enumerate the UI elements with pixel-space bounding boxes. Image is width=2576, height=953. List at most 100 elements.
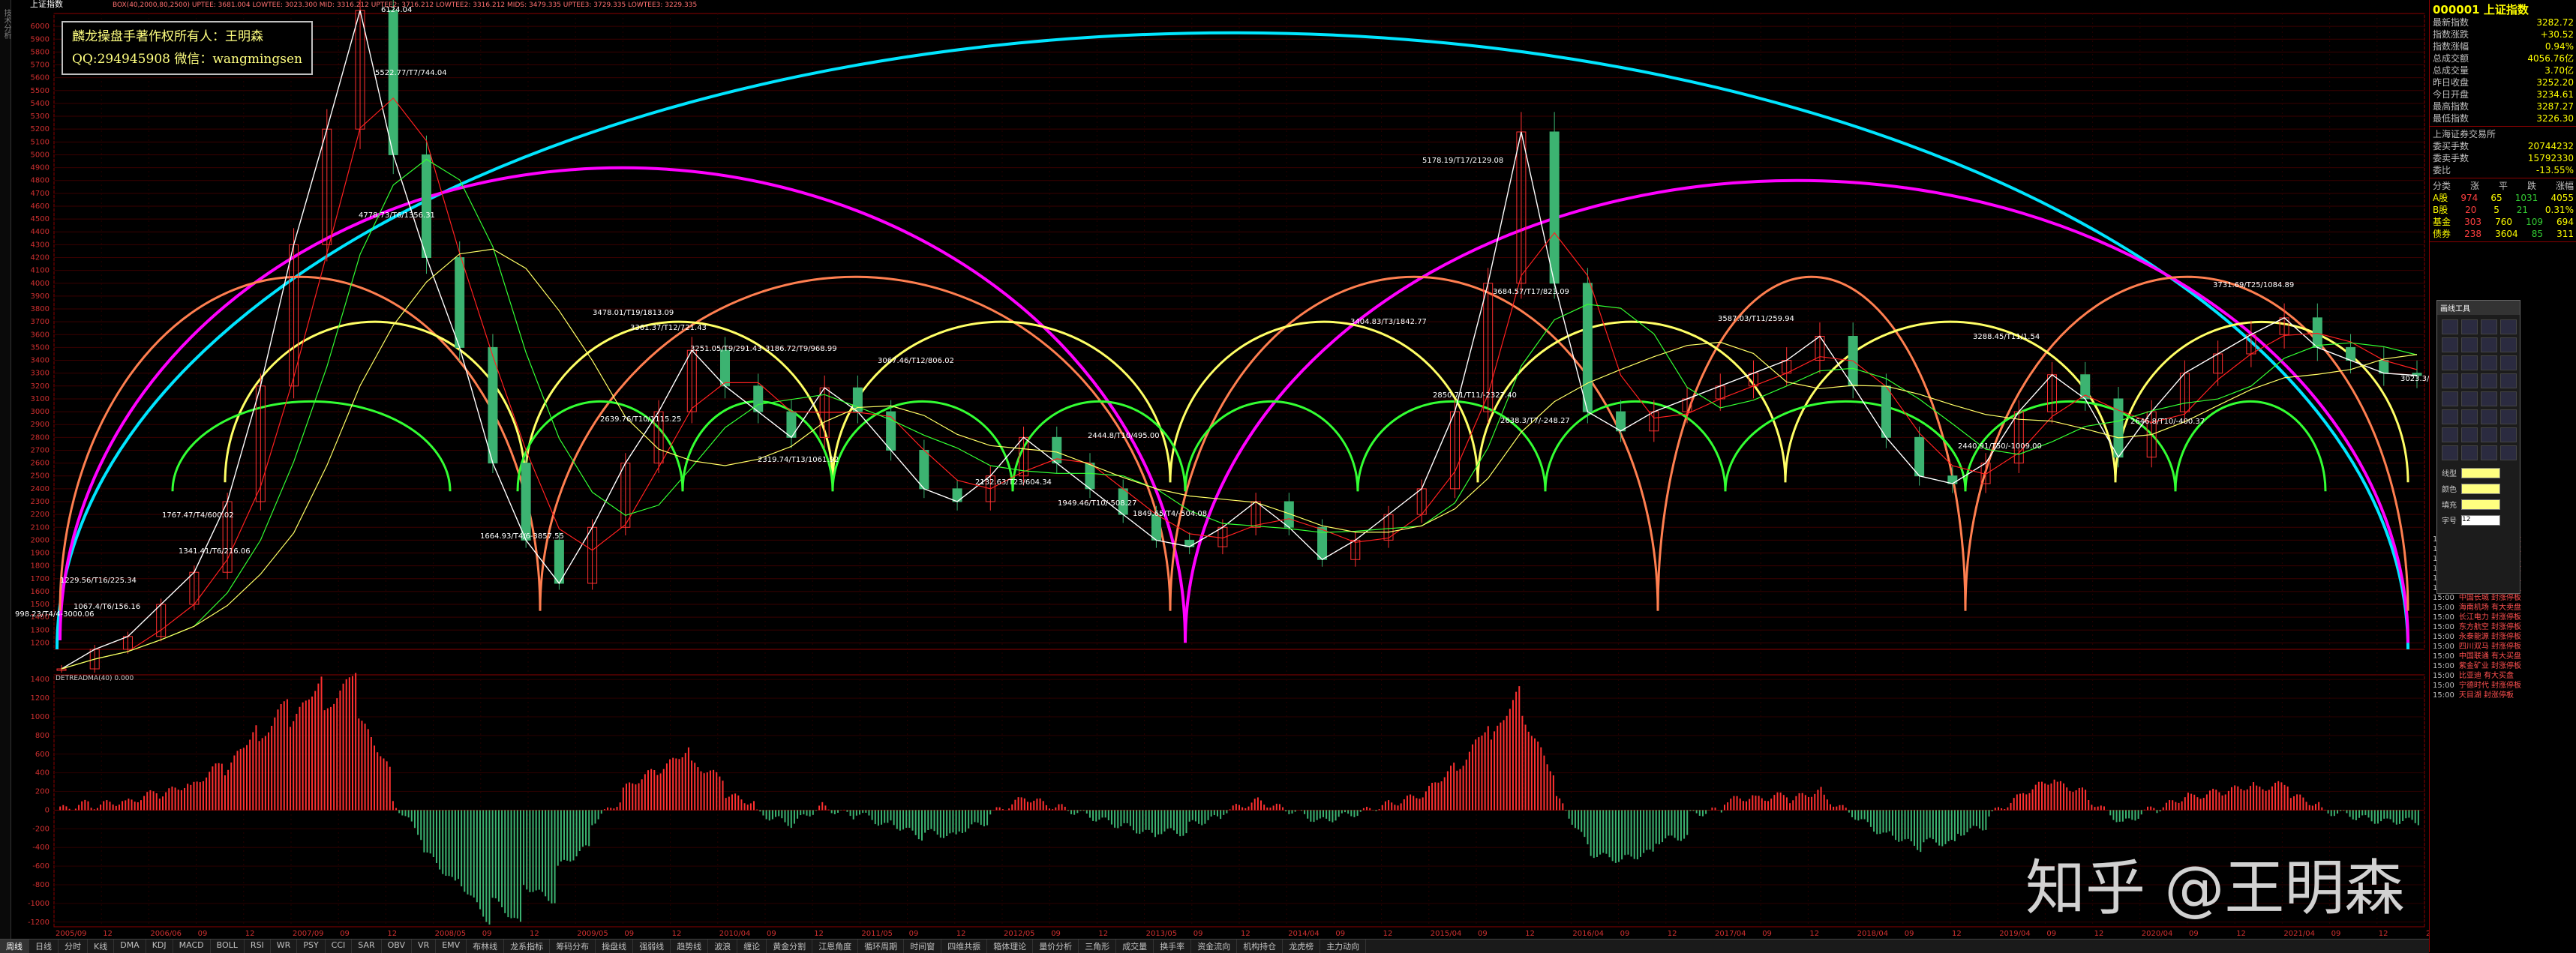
drawing-tool-button[interactable]	[2442, 445, 2458, 460]
left-vertical-toolbar[interactable]: 技术分析	[0, 0, 11, 939]
drawing-tool-button[interactable]	[2461, 337, 2478, 352]
drawing-tool-button[interactable]	[2442, 391, 2458, 406]
indicator-tab[interactable]: 机构持仓	[1237, 940, 1283, 953]
indicator-tab[interactable]: 四维共振	[941, 940, 988, 953]
drawing-tool-button[interactable]	[2481, 355, 2497, 370]
drawing-tool-button[interactable]	[2500, 445, 2517, 460]
price-tick-label: 3000	[31, 408, 50, 416]
trade-alert-item[interactable]: 15:00 长江电力 封涨停板	[2433, 613, 2574, 622]
quote-code-name[interactable]: 000001 上证指数	[2430, 0, 2576, 16]
indicator-tab[interactable]: 波浪	[708, 940, 738, 953]
indicator-tab[interactable]: WR	[271, 940, 298, 953]
indicator-tab[interactable]: DMA	[114, 940, 146, 953]
indicator-tab[interactable]: 布林线	[467, 940, 505, 953]
drawing-tool-button[interactable]	[2500, 337, 2517, 352]
indicator-tab[interactable]: 循环周期	[858, 940, 905, 953]
drawing-tool-button[interactable]	[2481, 427, 2497, 442]
drawing-tool-button[interactable]	[2442, 319, 2458, 334]
indicator-tab[interactable]: 趋势线	[671, 940, 709, 953]
price-annotation: 1341.41/T6/216.06	[179, 547, 251, 556]
tool-style-row[interactable]: 线型	[2437, 465, 2520, 481]
breadth-cell: 109	[2526, 217, 2543, 227]
drawing-tool-button[interactable]	[2461, 427, 2478, 442]
drawing-tool-button[interactable]	[2461, 391, 2478, 406]
indicator-tab[interactable]: 强弱线	[633, 940, 671, 953]
indicator-tab[interactable]: 三角形	[1079, 940, 1117, 953]
drawing-tool-button[interactable]	[2442, 409, 2458, 424]
drawing-tool-button[interactable]	[2500, 373, 2517, 388]
trade-alert-item[interactable]: 15:00 紫金矿业 封涨停板	[2433, 661, 2574, 671]
tool-style-row[interactable]: 颜色	[2437, 481, 2520, 496]
indicator-tab[interactable]: 时间窗	[904, 940, 942, 953]
indicator-tab[interactable]: 分时	[59, 940, 88, 953]
indicator-tab[interactable]: KDJ	[146, 940, 173, 953]
indicator-tab[interactable]: 换手率	[1154, 940, 1192, 953]
indicator-tab[interactable]: 资金流向	[1191, 940, 1238, 953]
indicator-tab[interactable]: RSI	[245, 940, 271, 953]
oscillator-title: DETREADMA(40) 0.000	[56, 675, 134, 682]
drawing-tool-button[interactable]	[2481, 373, 2497, 388]
time-tick-label: 2009/05	[577, 930, 608, 938]
trade-alert-item[interactable]: 15:00 中国联通 有大买盘	[2433, 652, 2574, 661]
trade-alert-item[interactable]: 15:00 天目湖 封涨停板	[2433, 691, 2574, 700]
trade-alert-item[interactable]: 15:00 海南机场 有大卖盘	[2433, 603, 2574, 613]
indicator-tab[interactable]: 缠论	[737, 940, 767, 953]
drawing-tool-button[interactable]	[2442, 337, 2458, 352]
drawing-tool-button[interactable]	[2500, 355, 2517, 370]
breadth-cell: 974	[2460, 193, 2478, 203]
indicator-tab[interactable]: 周线	[0, 940, 29, 953]
drawing-tool-button[interactable]	[2481, 319, 2497, 334]
indicator-tab[interactable]: 筹码分布	[550, 940, 596, 953]
indicator-tab[interactable]: EMV	[436, 940, 467, 953]
drawing-tool-panel[interactable]: 画线工具 线型 颜色 填充 字号 12	[2436, 300, 2520, 594]
tool-style-swatch[interactable]: 12	[2461, 514, 2500, 526]
drawing-tool-button[interactable]	[2500, 319, 2517, 334]
drawing-tool-button[interactable]	[2442, 373, 2458, 388]
indicator-tab[interactable]: PSY	[297, 940, 326, 953]
indicator-tab[interactable]: 成交量	[1116, 940, 1154, 953]
indicator-tab[interactable]: CCI	[326, 940, 353, 953]
trade-alert-item[interactable]: 15:00 东方航空 封涨停板	[2433, 622, 2574, 632]
indicator-tab[interactable]: 日线	[29, 940, 59, 953]
trade-alert-item[interactable]: 15:00 宁德时代 封涨停板	[2433, 681, 2574, 691]
indicator-tab[interactable]: BOLL	[211, 940, 245, 953]
tool-style-swatch[interactable]	[2461, 499, 2500, 510]
indicator-tab[interactable]: 龙虎榜	[1283, 940, 1321, 953]
indicator-tab[interactable]: K线	[88, 940, 115, 953]
drawing-tool-button[interactable]	[2481, 337, 2497, 352]
trade-alert-item[interactable]: 15:00 中国长城 封涨停板	[2433, 593, 2574, 603]
tool-style-row[interactable]: 字号 12	[2437, 512, 2520, 528]
indicator-tab[interactable]: VR	[412, 940, 437, 953]
indicator-tab[interactable]: 量价分析	[1033, 940, 1079, 953]
tool-style-swatch[interactable]	[2461, 467, 2500, 478]
drawing-tool-button[interactable]	[2500, 391, 2517, 406]
drawing-tool-button[interactable]	[2461, 445, 2478, 460]
tool-style-row[interactable]: 填充	[2437, 496, 2520, 512]
indicator-tab[interactable]: MACD	[173, 940, 211, 953]
drawing-tool-button[interactable]	[2442, 427, 2458, 442]
drawing-tool-button[interactable]	[2461, 409, 2478, 424]
drawing-tool-button[interactable]	[2481, 391, 2497, 406]
indicator-tab[interactable]: 箱体理论	[987, 940, 1034, 953]
time-tick-label: 2019/04	[1999, 930, 2031, 938]
trade-alert-item[interactable]: 15:00 比亚迪 有大买盘	[2433, 671, 2574, 681]
indicator-tab[interactable]: 江恩角度	[812, 940, 859, 953]
trade-alert-item[interactable]: 15:00 永泰能源 封涨停板	[2433, 632, 2574, 642]
indicator-tab[interactable]: 操盘线	[596, 940, 634, 953]
indicator-tab[interactable]: OBV	[382, 940, 413, 953]
indicator-tab[interactable]: 主力动向	[1320, 940, 1367, 953]
drawing-tool-button[interactable]	[2442, 355, 2458, 370]
drawing-tool-button[interactable]	[2500, 409, 2517, 424]
indicator-tab[interactable]: SAR	[352, 940, 382, 953]
trade-alert-item[interactable]: 15:00 四川双马 封涨停板	[2433, 642, 2574, 652]
drawing-tool-button[interactable]	[2500, 427, 2517, 442]
drawing-tool-button[interactable]	[2481, 409, 2497, 424]
indicator-tab[interactable]: 龙系指标	[504, 940, 551, 953]
drawing-tool-button[interactable]	[2461, 355, 2478, 370]
drawing-tool-button[interactable]	[2481, 445, 2497, 460]
drawing-tool-button[interactable]	[2461, 373, 2478, 388]
breadth-cell: 20	[2465, 205, 2477, 215]
drawing-tool-button[interactable]	[2461, 319, 2478, 334]
tool-style-swatch[interactable]	[2461, 483, 2500, 494]
indicator-tab[interactable]: 黄金分割	[767, 940, 813, 953]
